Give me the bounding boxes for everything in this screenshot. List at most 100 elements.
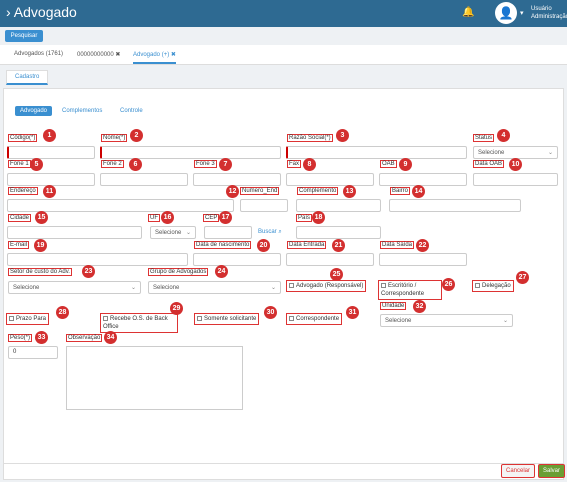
oab-input[interactable] bbox=[379, 173, 467, 186]
peso-label: Peso(*) bbox=[8, 334, 33, 342]
tab-bar: Advogados (1761) 00000000000 ✖ Advogado … bbox=[0, 45, 567, 65]
buscar-button[interactable]: Buscar ⌕ bbox=[258, 229, 282, 236]
badge-11: 11 bbox=[43, 185, 56, 198]
recebe-checkbox[interactable]: Recebe O.S. de Back Office bbox=[100, 313, 178, 333]
uf-select[interactable]: Selecione ⌄ bbox=[150, 226, 196, 239]
badge-27: 27 bbox=[516, 271, 529, 284]
badge-13: 13 bbox=[343, 185, 356, 198]
save-button[interactable]: Salvar bbox=[538, 464, 566, 478]
badge-17: 17 bbox=[219, 211, 232, 224]
cep-input[interactable] bbox=[204, 226, 252, 239]
badge-21: 21 bbox=[332, 239, 345, 252]
bairro-input[interactable] bbox=[389, 199, 521, 212]
data-entrada-label: Data Entrada bbox=[287, 241, 327, 249]
tab-record[interactable]: 00000000000 ✖ bbox=[77, 51, 120, 58]
badge-31: 31 bbox=[346, 306, 359, 319]
badge-33: 33 bbox=[35, 331, 48, 344]
search-button[interactable]: Pesquisar bbox=[5, 30, 43, 42]
complemento-label: Complemento bbox=[297, 187, 339, 195]
bairro-label: Bairro bbox=[390, 187, 411, 195]
setor-select[interactable]: Selecione ⌄ bbox=[8, 281, 141, 294]
badge-18: 18 bbox=[312, 211, 325, 224]
badge-32: 32 bbox=[413, 300, 426, 313]
cidade-input[interactable] bbox=[7, 226, 142, 239]
grupo-label: Grupo de Advogados bbox=[148, 268, 209, 276]
unidade-label: Unidade bbox=[380, 302, 407, 310]
bell-icon[interactable]: 🔔 bbox=[462, 7, 474, 18]
cidade-label: Cidade bbox=[8, 214, 32, 222]
subtab-controle[interactable]: Controle bbox=[115, 106, 148, 116]
tab-cadastro[interactable]: Cadastro bbox=[6, 70, 49, 85]
somente-checkbox[interactable]: Somente solicitante bbox=[194, 313, 260, 325]
badge-6: 6 bbox=[129, 158, 142, 171]
subtab-complementos[interactable]: Complementos bbox=[57, 106, 107, 116]
tab-advogados[interactable]: Advogados (1761) bbox=[14, 51, 63, 57]
badge-9: 9 bbox=[399, 158, 412, 171]
codigo-input[interactable] bbox=[7, 146, 95, 159]
badge-26: 26 bbox=[442, 278, 455, 291]
pais-label: País bbox=[296, 214, 313, 222]
unidade-select[interactable]: Selecione ⌄ bbox=[380, 314, 513, 327]
badge-24: 24 bbox=[215, 265, 228, 278]
nome-label: Nome(*) bbox=[101, 134, 128, 142]
adv-resp-checkbox[interactable]: Advogado (Responsável) bbox=[286, 280, 367, 292]
data-oab-label: Data OAB bbox=[473, 160, 505, 168]
badge-22: 22 bbox=[416, 239, 429, 252]
page-title: › Advogado bbox=[6, 4, 77, 20]
cancel-button[interactable]: Cancelar bbox=[501, 464, 536, 478]
status-label: Status bbox=[473, 134, 495, 142]
delegacao-checkbox[interactable]: Delegação bbox=[472, 280, 514, 292]
data-saida-input[interactable] bbox=[379, 253, 467, 266]
fone2-label: Fone 2 bbox=[101, 160, 124, 168]
badge-8: 8 bbox=[303, 158, 316, 171]
observacao-textarea[interactable] bbox=[66, 346, 243, 410]
badge-29: 29 bbox=[170, 302, 183, 315]
pais-input[interactable] bbox=[296, 226, 381, 239]
email-label: E-mail bbox=[8, 241, 30, 249]
fax-label: Fax bbox=[287, 160, 302, 168]
avatar[interactable]: 👤 bbox=[495, 2, 517, 24]
badge-4: 4 bbox=[497, 129, 510, 142]
badge-19: 19 bbox=[34, 239, 47, 252]
data-nasc-input[interactable] bbox=[193, 253, 281, 266]
fone3-label: Fone 3 bbox=[194, 160, 217, 168]
endereco-label: Endereço bbox=[8, 187, 38, 195]
badge-16: 16 bbox=[161, 211, 174, 224]
nome-input[interactable] bbox=[100, 146, 281, 159]
fax-input[interactable] bbox=[286, 173, 374, 186]
divider bbox=[3, 463, 564, 464]
badge-20: 20 bbox=[257, 239, 270, 252]
badge-23: 23 bbox=[82, 265, 95, 278]
badge-5: 5 bbox=[30, 158, 43, 171]
user-info[interactable]: Usuário Administração bbox=[531, 5, 567, 21]
badge-14: 14 bbox=[412, 185, 425, 198]
badge-2: 2 bbox=[130, 129, 143, 142]
badge-10: 10 bbox=[509, 158, 522, 171]
data-entrada-input[interactable] bbox=[286, 253, 374, 266]
prazo-checkbox[interactable]: Prazo Para bbox=[6, 313, 50, 325]
badge-12: 12 bbox=[226, 185, 239, 198]
correspondente-checkbox[interactable]: Correspondente bbox=[286, 313, 343, 325]
chevron-down-icon[interactable]: ▾ bbox=[520, 9, 524, 17]
codigo-label: Código(*) bbox=[8, 134, 38, 142]
razao-input[interactable] bbox=[286, 146, 467, 159]
fone2-input[interactable] bbox=[100, 173, 188, 186]
data-oab-input[interactable] bbox=[473, 173, 558, 186]
subtab-advogado[interactable]: Advogado bbox=[15, 106, 53, 116]
tab-advogado-new[interactable]: Advogado (+) ✖ bbox=[133, 51, 176, 64]
peso-value: 0 bbox=[13, 349, 17, 355]
fone3-input[interactable] bbox=[193, 173, 281, 186]
escritorio-checkbox[interactable]: Escritório / Correspondente bbox=[378, 280, 442, 300]
uf-label: UF bbox=[148, 214, 160, 222]
email-input[interactable] bbox=[7, 253, 188, 266]
badge-30: 30 bbox=[264, 306, 277, 319]
grupo-select[interactable]: Selecione ⌄ bbox=[148, 281, 281, 294]
numero-input[interactable] bbox=[240, 199, 288, 212]
top-bar: › Advogado 🔔 👤 ▾ Usuário Administração bbox=[0, 0, 567, 27]
badge-1: 1 bbox=[43, 129, 56, 142]
complemento-input[interactable] bbox=[296, 199, 381, 212]
observacao-label: Observação bbox=[66, 334, 103, 342]
fone1-input[interactable] bbox=[7, 173, 95, 186]
numero-label: Numero_End bbox=[240, 187, 280, 195]
razao-label: Razão Social(*) bbox=[287, 134, 333, 142]
